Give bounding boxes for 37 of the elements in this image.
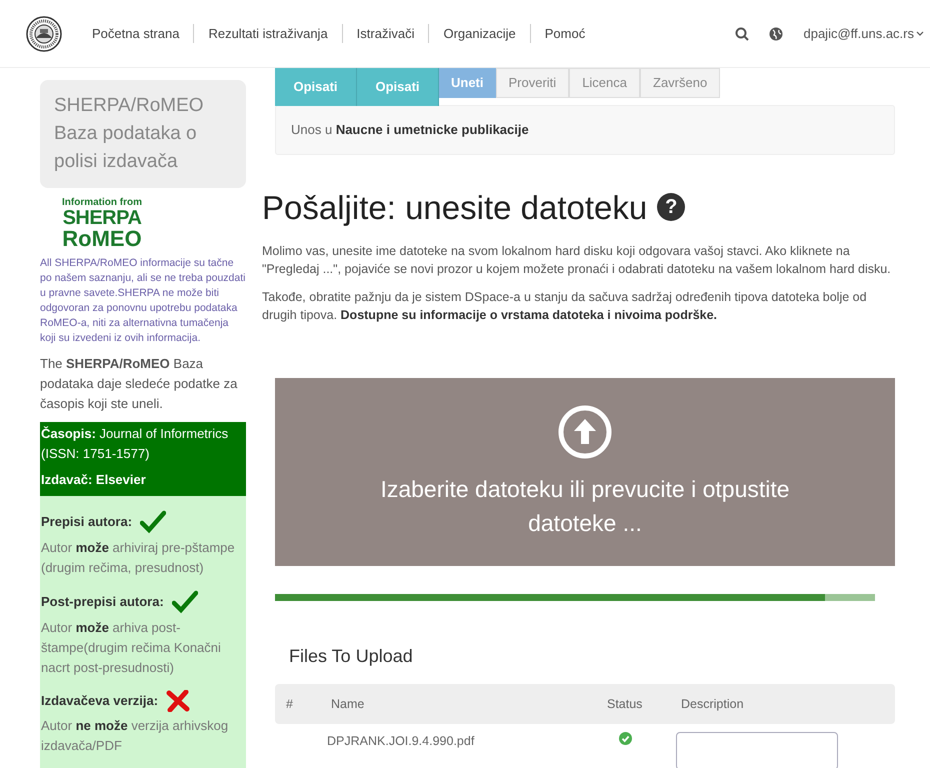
policy-text: Autor može arhiva post-štampe(drugim rečima Konačni nacrt post-presudnosti)	[41, 619, 222, 677]
drop-zone[interactable]: Izaberite datoteku ili prevucite i otpustite datoteke ...	[275, 378, 895, 566]
collection-panel: Unos u Naucne i umetnicke publikacije	[275, 105, 895, 154]
column-header: Name	[330, 696, 366, 713]
publisher-text: Izdavač: Elsevier	[41, 471, 147, 489]
policy-label: Izdavačeva verzija:	[41, 692, 158, 710]
journal-text: Časopis: Journal of Informetrics (ISSN: 1751-1577)	[41, 425, 230, 463]
nav-link[interactable]: Rezultati istraživanja	[193, 24, 342, 44]
search-icon[interactable]	[735, 26, 750, 40]
university-seal-icon	[26, 16, 62, 52]
policy-text: Autor ne može verzija arhivskog izdavača/PDF	[41, 717, 230, 755]
files-heading: Files To Upload	[289, 645, 414, 668]
intro-text: The SHERPA/RoMEO Baza podataka daje sledeće podatke za časopis koji ste uneli.	[40, 356, 238, 411]
drop-zone-text: Izaberite datoteku ili prevucite i otpustite datoteke ...	[379, 475, 791, 538]
instruction-text: Molimo vas, unesite ime datoteke na svom lokalnom hard disku koji odgovara vašoj stavci. Ako kliknete na "Pregledaj ...", pojaviće se novi prozor u kojem možete pronaći i odabrati datoteku na vašem lokalnom hard disku.	[262, 244, 891, 276]
column-header: #	[285, 696, 294, 713]
policy-label: Post-prepisi autora:	[41, 593, 164, 611]
nav-link[interactable]: Pomoć	[530, 24, 600, 44]
page-heading: Pošaljite: unesite datoteku	[262, 188, 648, 228]
description-field[interactable]	[676, 732, 838, 768]
nav-link[interactable]: Početna strana	[78, 24, 194, 44]
instruction-text: Takođe, obratite pažnju da je sistem DSpace-a u stanju da sačuva sadržaj određenih tipova datoteka bolje od drugih tipova. Dostupne su informacije o vrstama datoteka i nivoima podrške.	[262, 290, 867, 322]
globe-icon[interactable]	[769, 26, 784, 40]
caret-icon	[916, 30, 924, 36]
upload-icon	[557, 404, 613, 460]
user-menu[interactable]: dpajic@ff.uns.ac.rs	[803, 24, 924, 44]
column-header: Status	[606, 696, 641, 713]
help-icon[interactable]: ?	[657, 193, 686, 222]
disclaimer-text: All SHERPA/RoMEO informacije su tačne po našem saznanju, ali se ne treba pouzdati u pravne savete.SHERPA ne može biti odgovoran za ponovnu upotrebu podataka RoMEO-a, niti za alternativna tumačenja koji su izvedeni iz ovih informacija.	[40, 256, 246, 346]
file-name: DPJRANK.JOI.9.4.990.pdf	[326, 733, 476, 750]
nav-link[interactable]: Organizacije	[428, 24, 530, 44]
policy-label: Prepisi autora:	[41, 513, 132, 531]
column-header: Description	[680, 696, 744, 713]
sidebar-title: SHERPA/RoMEO Baza podataka o polisi izdavača	[40, 80, 246, 188]
nav-link[interactable]: Istraživači	[342, 24, 428, 44]
sherpa-romeo-logo: Information from SHERPA RoMEO	[61, 198, 143, 250]
policy-text: Autor može arhiviraj pre-pštampe (drugim rečima, presudnost)	[41, 539, 236, 577]
